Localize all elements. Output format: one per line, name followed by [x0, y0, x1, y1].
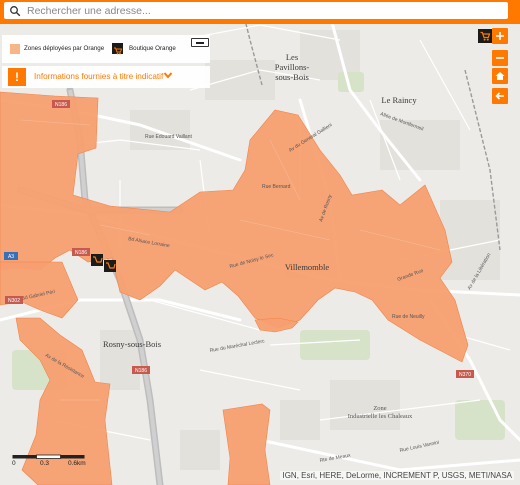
road-label: Rue Bernard — [262, 184, 291, 190]
search-box[interactable] — [4, 2, 508, 19]
arrow-left-icon — [495, 92, 504, 100]
home-icon — [495, 72, 505, 80]
home-button[interactable] — [492, 68, 508, 84]
search-input[interactable] — [27, 4, 467, 17]
road-label: Rue de Neuilly — [392, 314, 425, 320]
back-button[interactable] — [492, 88, 508, 104]
town-label: Le Raincy — [381, 95, 417, 105]
legend-shop-label: Boutique Orange — [129, 45, 176, 52]
town-label: Industrielle les Chaleaux — [348, 413, 413, 420]
legend-zones-label: Zones déployées par Orange — [24, 45, 105, 52]
town-label: Les — [286, 52, 298, 62]
zone-swatch — [10, 44, 20, 54]
road-shield: N370 — [456, 370, 474, 378]
town-label: Villemomble — [285, 262, 330, 272]
shopping-cart-icon — [480, 31, 491, 41]
scale-tick: 0.6km — [68, 460, 86, 467]
town-label: sous-Bois — [275, 72, 309, 82]
exclamation-icon: ! — [8, 68, 26, 86]
zoom-in-button[interactable] — [492, 28, 508, 44]
svg-text:N186: N186 — [135, 368, 147, 374]
info-banner[interactable]: ! Informations fournies à titre indicati… — [2, 66, 210, 88]
road-shield: N186 — [52, 100, 70, 108]
chevron-down-icon[interactable] — [163, 70, 173, 80]
zoom-out-button[interactable] — [492, 50, 508, 66]
svg-text:N302: N302 — [8, 298, 20, 304]
svg-text:A3: A3 — [8, 254, 14, 260]
svg-text:N186: N186 — [75, 250, 87, 256]
town-label: Rosny-sous-Bois — [103, 339, 161, 349]
road-shield: N302 — [5, 296, 23, 304]
road-shield: A3 — [4, 252, 18, 260]
road-shield: N186 — [132, 366, 150, 374]
info-text: Informations fournies à titre indicatif — [34, 72, 164, 81]
road-shield: N186 — [72, 248, 90, 256]
town-label: Pavillons- — [275, 62, 310, 72]
svg-text:N186: N186 — [55, 102, 67, 108]
minus-icon — [496, 57, 504, 59]
legend-collapse-button[interactable] — [191, 38, 209, 47]
road-label: Rue Edouard Vaillant — [145, 134, 192, 140]
legend-panel: Zones déployées par Orange Boutique Oran… — [2, 35, 210, 63]
shopping-cart-icon — [112, 43, 123, 55]
map-attribution: IGN, Esri, HERE, DeLorme, INCREMENT P, U… — [280, 471, 514, 480]
plus-icon — [496, 32, 504, 40]
scale-tick: 0 — [12, 460, 16, 467]
scale-tick: 0.3 — [40, 460, 50, 467]
shop-toggle-button[interactable] — [478, 29, 492, 43]
search-icon — [10, 5, 21, 16]
svg-text:N370: N370 — [459, 372, 471, 378]
town-label: Zone — [373, 405, 386, 412]
